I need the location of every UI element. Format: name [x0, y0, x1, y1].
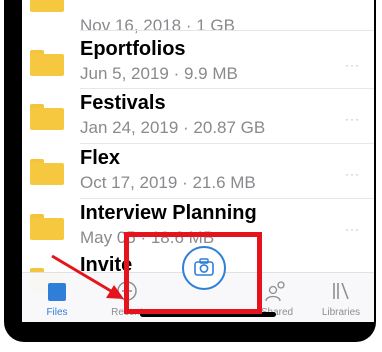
tab-libraries[interactable]: Libraries	[306, 277, 374, 321]
file-name: Flex	[80, 147, 121, 169]
people-icon	[265, 281, 285, 302]
phone-screenshot: Nov 16, 2018 · 1 GB Eportfolios Jun 5, 2…	[0, 0, 382, 352]
list-item[interactable]: Nov 16, 2018 · 1 GB	[22, 0, 374, 35]
folder-icon	[30, 159, 64, 185]
tab-label: Libraries	[321, 307, 361, 318]
divider	[80, 88, 374, 89]
folder-icon	[30, 214, 64, 240]
more-icon[interactable]: ···	[345, 112, 360, 126]
annotation-highlight-box	[124, 232, 262, 314]
divider	[80, 30, 374, 31]
list-item[interactable]: Flex Oct 17, 2019 · 21.6 MB ···	[22, 145, 374, 199]
file-meta: Nov 16, 2018 · 1 GB	[80, 16, 235, 35]
folder-icon	[30, 50, 64, 76]
file-name: Eportfolios	[80, 38, 186, 60]
more-icon[interactable]: ···	[345, 58, 360, 72]
more-icon[interactable]: ···	[345, 167, 360, 181]
divider	[80, 143, 374, 144]
more-icon[interactable]: ···	[345, 222, 360, 236]
list-item[interactable]: Eportfolios Jun 5, 2019 · 9.9 MB ···	[22, 36, 374, 90]
folder-icon	[48, 283, 66, 301]
divider	[80, 198, 374, 199]
file-meta: Jun 5, 2019 · 9.9 MB	[80, 64, 238, 83]
library-icon	[333, 282, 349, 300]
file-meta: Jan 24, 2019 · 20.87 GB	[80, 118, 266, 137]
file-meta: Oct 17, 2019 · 21.6 MB	[80, 173, 256, 192]
folder-icon	[30, 0, 64, 12]
tab-label: Files	[46, 307, 68, 318]
tab-files[interactable]: Files	[22, 277, 92, 321]
list-item[interactable]: Festivals Jan 24, 2019 · 20.87 GB ···	[22, 90, 374, 144]
folder-icon	[30, 104, 64, 130]
file-name: Interview Planning	[80, 202, 257, 224]
file-name: Festivals	[80, 92, 166, 114]
